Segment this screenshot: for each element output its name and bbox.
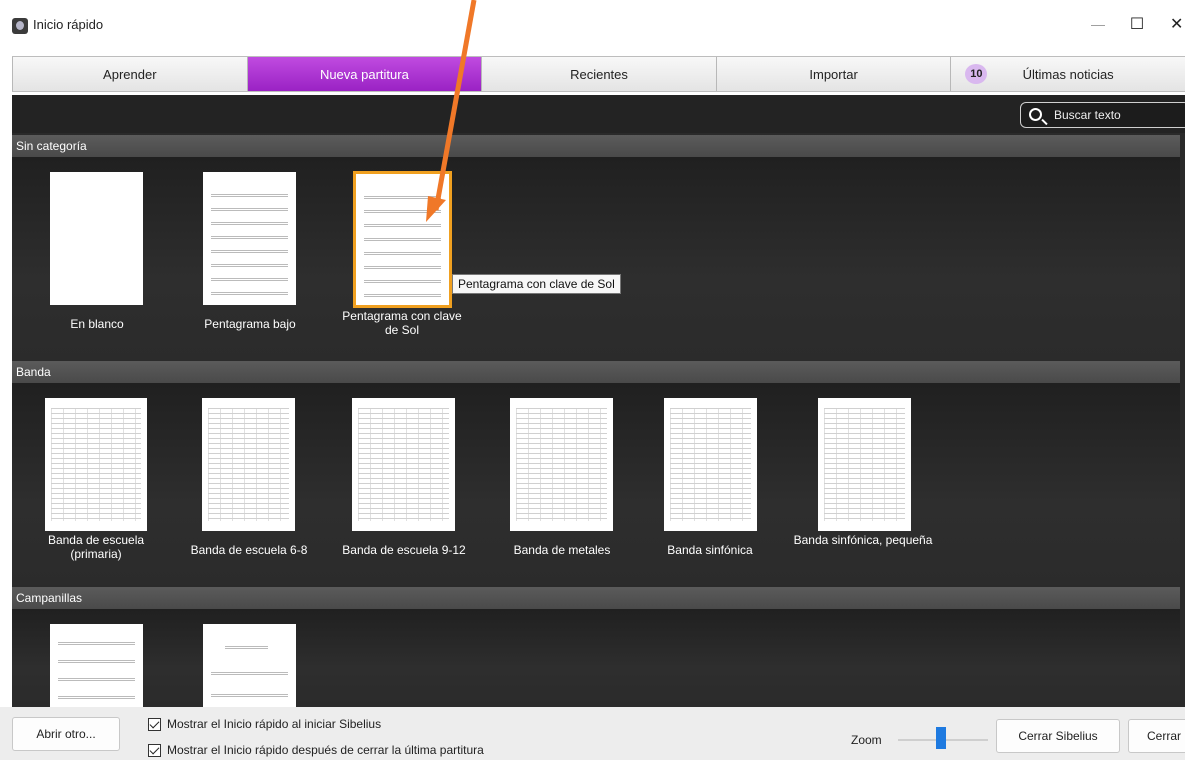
template-gallery: Buscar texto Sin categoría En blanco Pen… [12,95,1185,707]
tab-ultimas-noticias[interactable]: 10 Últimas noticias [950,57,1185,91]
template-label: Pentagrama bajo [204,317,296,331]
close-button[interactable]: Cerrar [1128,719,1185,753]
close-window-button[interactable]: ✕ [1170,14,1185,36]
category-body: En blanco Pentagrama bajo Pentagrama con… [12,157,1185,361]
title-bar: Inicio rápido — ☐ ✕ [0,0,1185,52]
tab-nueva-partitura[interactable]: Nueva partitura [246,57,482,91]
template-thumbnail [510,398,613,531]
search-icon [1029,108,1042,121]
template-tooltip: Pentagrama con clave de Sol [452,274,621,294]
checkbox-checked[interactable] [148,743,161,757]
open-other-button[interactable]: Abrir otro... [12,717,120,751]
tab-aprender[interactable]: Aprender [12,57,247,91]
minimize-button[interactable]: — [1083,16,1113,36]
zoom-label: Zoom [851,733,882,747]
template-label: Banda de escuela 6-8 [190,543,308,557]
tab-label: Últimas noticias [1022,66,1114,82]
template-thumbnail [50,172,143,305]
template-label: Banda de metales [513,543,611,557]
template-thumbnail [203,624,296,707]
template-thumbnail [50,624,143,707]
checkbox-label: Mostrar el Inicio rápido al iniciar Sibe… [167,717,382,731]
tab-label: Recientes [570,66,628,82]
template-thumbnail-selected [353,171,452,308]
sibelius-app-icon [12,18,28,34]
footer-bar: Abrir otro... Mostrar el Inicio rápido a… [0,707,1185,760]
zoom-slider-thumb[interactable] [936,727,946,749]
template-thumbnail [202,398,295,531]
category-header-campanillas[interactable]: Campanillas [12,587,1185,609]
news-count-badge: 10 [965,64,988,84]
category-body [12,609,1185,707]
category-header-banda[interactable]: Banda [12,361,1185,383]
checkbox-label: Mostrar el Inicio rápido después de cerr… [167,743,484,757]
template-label: En blanco [70,317,124,331]
category-body: Banda de escuela (primaria) Banda de esc… [12,383,1185,585]
template-label: Pentagrama con clave de Sol [342,309,462,337]
template-thumbnail [818,398,911,531]
tab-recientes[interactable]: Recientes [481,57,716,91]
checkbox-show-on-startup[interactable]: Mostrar el Inicio rápido al iniciar Sibe… [148,717,381,731]
checkbox-show-after-close[interactable]: Mostrar el Inicio rápido después de cerr… [148,743,484,757]
template-label: Banda sinfónica, pequeña [793,533,933,547]
close-sibelius-button[interactable]: Cerrar Sibelius [996,719,1120,753]
gallery-scrollbar[interactable] [1180,133,1185,707]
search-placeholder: Buscar texto [1054,108,1121,122]
maximize-button[interactable]: ☐ [1122,14,1152,36]
template-thumbnail [664,398,757,531]
tab-label: Aprender [103,66,157,82]
template-label: Banda de escuela (primaria) [47,533,145,561]
tab-label: Nueva partitura [319,66,409,82]
template-thumbnail [203,172,296,305]
template-thumbnail [45,398,147,531]
search-input[interactable]: Buscar texto [1020,102,1185,128]
tab-importar[interactable]: Importar [715,57,951,91]
checkbox-checked[interactable] [148,717,161,731]
template-label: Banda sinfónica [667,543,753,557]
category-header-sin-categoria[interactable]: Sin categoría [12,135,1185,157]
window-title: Inicio rápido [33,17,104,32]
template-thumbnail [352,398,455,531]
template-label: Banda de escuela 9-12 [342,543,466,557]
tab-label: Importar [809,66,858,82]
gallery-toolbar: Buscar texto [12,95,1185,133]
tab-bar: Aprender Nueva partitura Recientes Impor… [12,56,1185,92]
